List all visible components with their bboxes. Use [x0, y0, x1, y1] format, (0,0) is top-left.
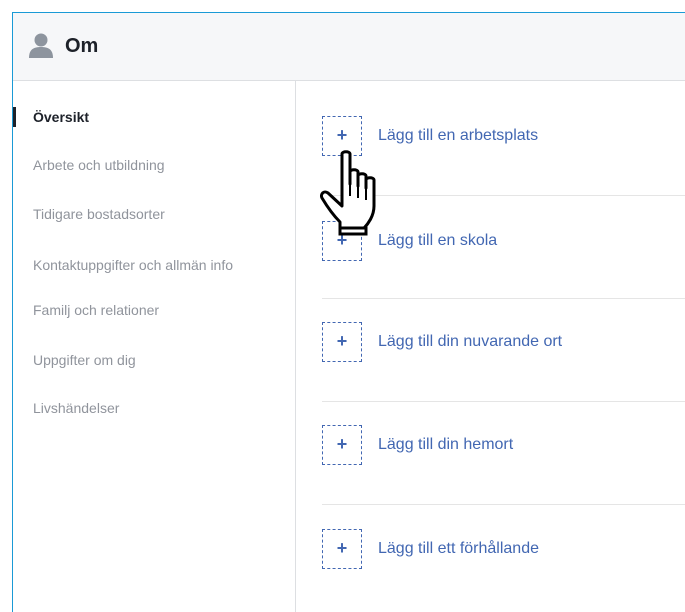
- active-indicator: [13, 107, 16, 127]
- sidebar-item-oversikt[interactable]: Översikt: [33, 108, 89, 126]
- sidebar-item-kontaktuppgifter[interactable]: Kontaktuppgifter och allmän info: [33, 256, 233, 274]
- add-current-city-row[interactable]: + Lägg till din nuvarande ort: [322, 322, 685, 362]
- hand-pointer-icon: [320, 150, 376, 236]
- page-title: Om: [65, 35, 99, 57]
- add-hometown-row[interactable]: + Lägg till din hemort: [322, 425, 685, 465]
- divider: [322, 504, 685, 505]
- plus-icon[interactable]: +: [322, 425, 362, 465]
- sidebar-item-tidigare-bostadsorter[interactable]: Tidigare bostadsorter: [33, 205, 165, 223]
- sidebar-item-arbete-och-utbildning[interactable]: Arbete och utbildning: [33, 156, 165, 174]
- about-panel: Om Översikt Arbete och utbildning Tidiga…: [12, 12, 685, 612]
- add-relationship-link[interactable]: Lägg till ett förhållande: [378, 539, 539, 559]
- add-school-link[interactable]: Lägg till en skola: [378, 231, 497, 251]
- about-sidebar: Översikt Arbete och utbildning Tidigare …: [13, 81, 296, 612]
- add-relationship-row[interactable]: + Lägg till ett förhållande: [322, 529, 685, 569]
- about-header: Om: [13, 13, 685, 81]
- plus-icon[interactable]: +: [322, 322, 362, 362]
- divider: [322, 298, 685, 299]
- sidebar-item-familj-och-relationer[interactable]: Familj och relationer: [33, 301, 159, 319]
- divider: [322, 401, 685, 402]
- add-hometown-link[interactable]: Lägg till din hemort: [378, 435, 513, 455]
- sidebar-item-uppgifter-om-dig[interactable]: Uppgifter om dig: [33, 351, 136, 369]
- add-current-city-link[interactable]: Lägg till din nuvarande ort: [378, 332, 562, 352]
- sidebar-item-livshandelser[interactable]: Livshändelser: [33, 399, 119, 417]
- plus-icon[interactable]: +: [322, 529, 362, 569]
- add-workplace-link[interactable]: Lägg till en arbetsplats: [378, 126, 538, 146]
- person-icon: [29, 33, 53, 58]
